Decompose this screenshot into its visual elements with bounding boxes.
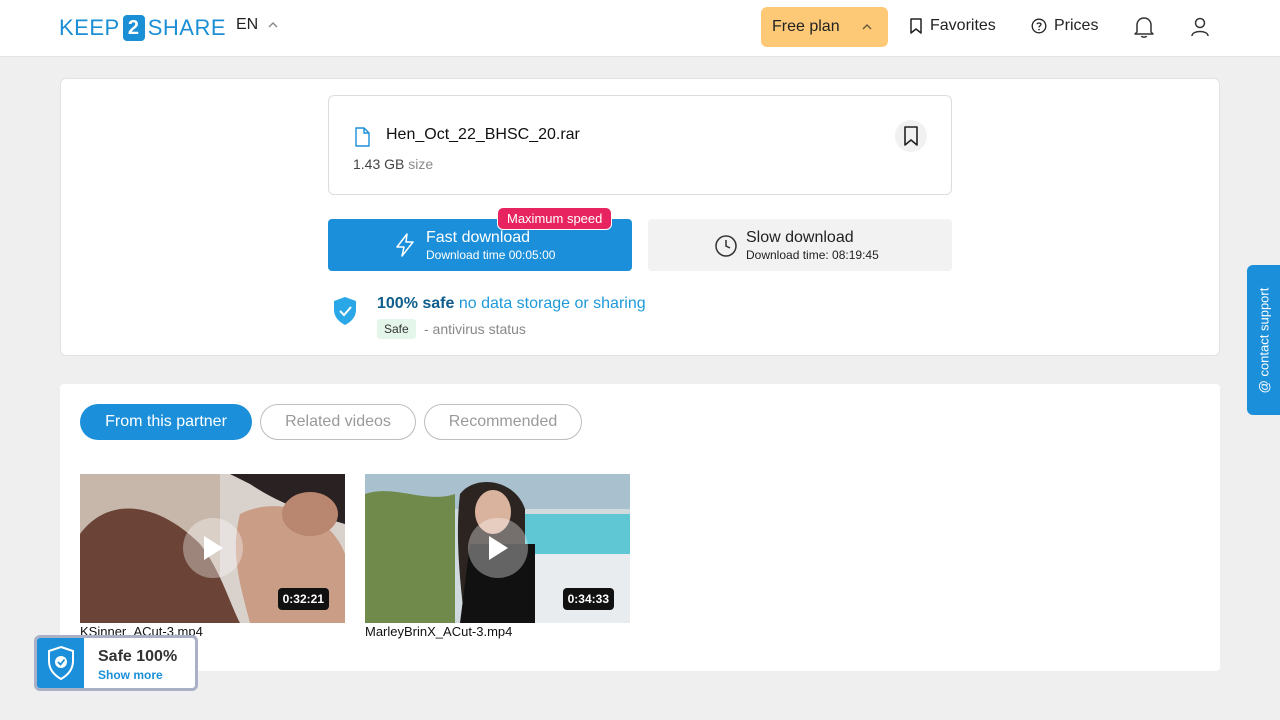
- logo-text-right: SHARE: [147, 15, 226, 40]
- safe-widget[interactable]: Safe 100% Show more: [34, 635, 198, 691]
- slow-download-button[interactable]: Slow download Download time: 08:19:45: [648, 219, 952, 271]
- favorites-link[interactable]: Favorites: [909, 17, 996, 35]
- video-duration: 0:32:21: [277, 588, 329, 610]
- language-selector[interactable]: EN: [236, 16, 278, 34]
- chevron-up-icon: [862, 24, 872, 30]
- video-thumbnail[interactable]: 0:32:21: [80, 474, 345, 623]
- play-icon: [489, 536, 508, 560]
- keep2share-logo[interactable]: KEEP 2 SHARE: [59, 14, 226, 42]
- shield-check-icon: [47, 645, 74, 681]
- file-icon: [355, 127, 370, 147]
- bell-icon[interactable]: [1133, 15, 1155, 39]
- fast-download-title: Fast download: [426, 229, 531, 246]
- play-button[interactable]: [183, 518, 243, 578]
- contact-support-tab[interactable]: @ contact support: [1247, 265, 1280, 415]
- safety-rest-text: no data storage or sharing: [454, 295, 646, 312]
- play-button[interactable]: [468, 518, 528, 578]
- maximum-speed-badge: Maximum speed: [497, 207, 613, 230]
- chevron-up-icon: [268, 22, 278, 28]
- top-header: KEEP 2 SHARE EN Free plan Favorites Pric…: [0, 0, 1280, 57]
- help-circle-icon: [1031, 18, 1047, 34]
- favorites-label: Favorites: [930, 17, 996, 34]
- safe-widget-badge: [37, 638, 84, 688]
- contact-support-label: @ contact support: [1256, 287, 1272, 393]
- file-info-box: Hen_Oct_22_BHSC_20.rar 1.43 GB size: [328, 95, 952, 195]
- slow-download-time: Download time: 08:19:45: [746, 248, 879, 262]
- logo-text-left: KEEP: [59, 15, 120, 40]
- file-name: Hen_Oct_22_BHSC_20.rar: [386, 126, 580, 143]
- play-icon: [204, 536, 223, 560]
- video-duration: 0:34:33: [562, 588, 614, 610]
- file-size-unit: size: [408, 156, 434, 172]
- video-name[interactable]: MarleyBrinX_ACut-3.mp4: [365, 624, 512, 639]
- slow-download-title: Slow download: [746, 229, 854, 246]
- free-plan-button[interactable]: Free plan: [761, 7, 888, 47]
- safety-strong-text: 100% safe: [377, 295, 455, 312]
- bookmark-icon: [910, 18, 922, 34]
- shield-check-icon: [334, 297, 356, 325]
- bookmark-button[interactable]: [895, 120, 927, 152]
- logo-text-middle: 2: [122, 15, 145, 41]
- file-size: 1.43 GB size: [353, 156, 433, 172]
- safe-widget-title: Safe 100%: [98, 648, 178, 665]
- tab-related-videos[interactable]: Related videos: [260, 404, 416, 440]
- tab-from-this-partner[interactable]: From this partner: [80, 404, 252, 440]
- user-icon[interactable]: [1189, 15, 1211, 39]
- safe-status-tag: Safe: [377, 319, 416, 339]
- tab-recommended[interactable]: Recommended: [424, 404, 582, 440]
- clock-icon: [715, 235, 737, 257]
- bookmark-icon: [904, 126, 918, 146]
- antivirus-status-label: - antivirus status: [424, 321, 526, 337]
- fast-download-time: Download time 00:05:00: [426, 248, 556, 262]
- lightning-icon: [396, 233, 414, 257]
- language-label: EN: [236, 16, 259, 33]
- free-plan-label: Free plan: [772, 18, 840, 35]
- safety-statement: 100% safe no data storage or sharing: [377, 295, 646, 313]
- prices-label: Prices: [1054, 17, 1099, 34]
- video-thumbnail[interactable]: 0:34:33: [365, 474, 630, 623]
- file-size-value: 1.43 GB: [353, 156, 405, 172]
- show-more-link[interactable]: Show more: [98, 668, 163, 682]
- prices-link[interactable]: Prices: [1031, 17, 1098, 35]
